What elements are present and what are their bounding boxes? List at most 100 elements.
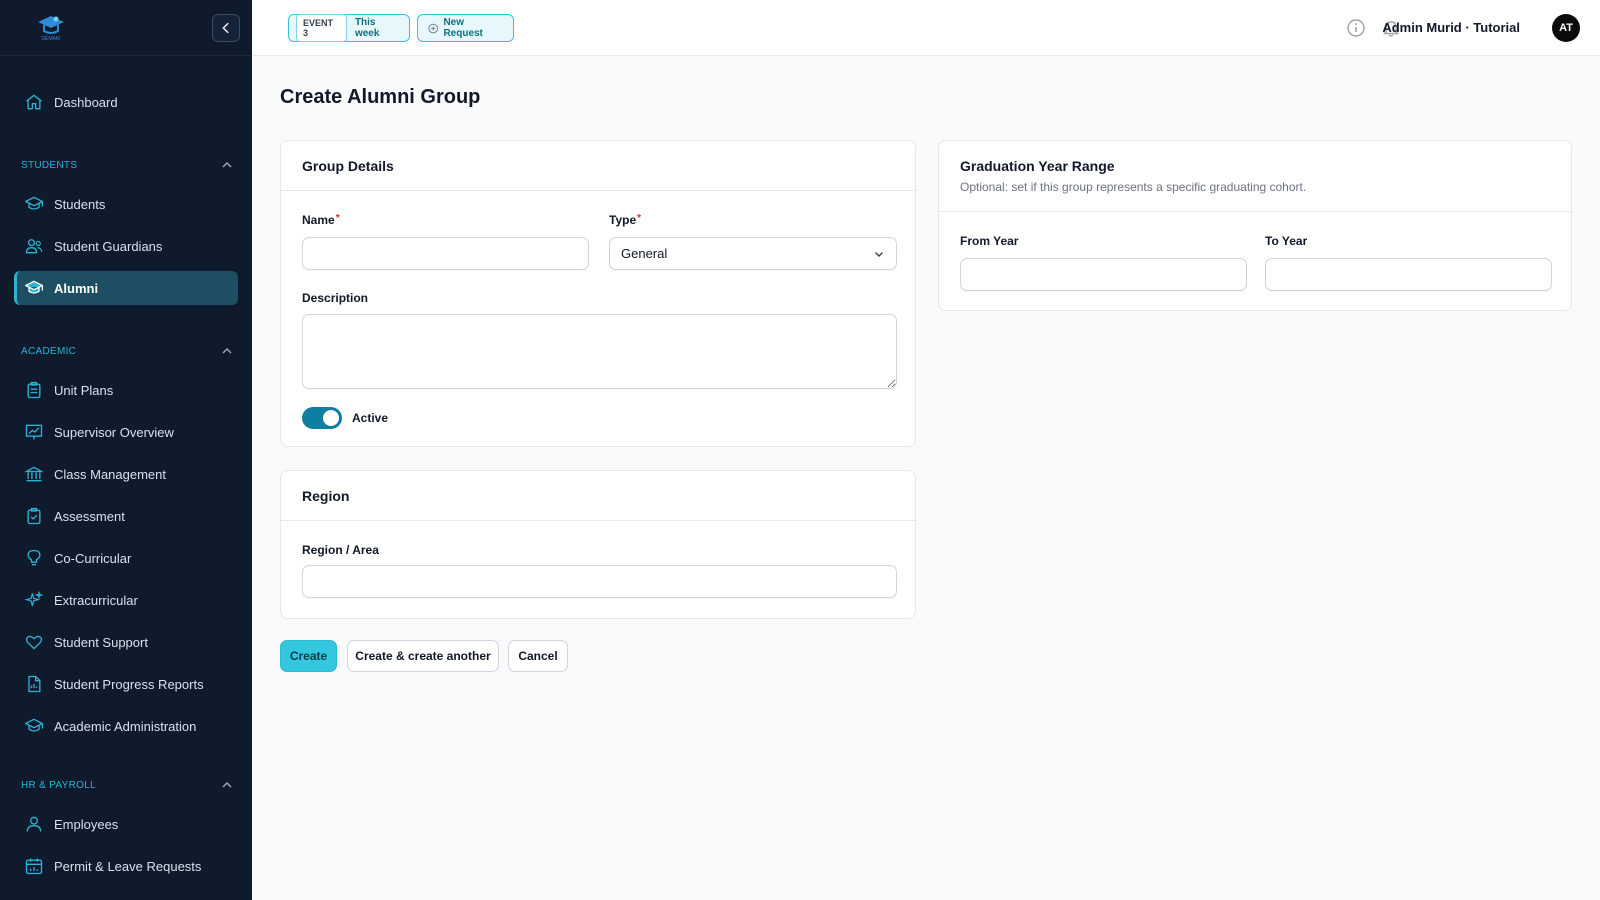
user-icon: [26, 816, 42, 832]
sidebar-item-class-management[interactable]: Class Management: [14, 457, 238, 491]
sparkles-icon: [24, 590, 44, 606]
sidebar-header: DEMAKI: [0, 0, 252, 56]
new-request-button[interactable]: New Request: [417, 14, 514, 42]
info-icon[interactable]: [1346, 18, 1366, 38]
home-icon: [26, 94, 42, 110]
cancel-button[interactable]: Cancel: [508, 640, 568, 672]
chevron-up-icon: [222, 161, 232, 168]
sidebar-item-unit-plans[interactable]: Unit Plans: [14, 373, 238, 407]
name-label: Name*: [302, 213, 340, 227]
sidebar-item-label: Student Guardians: [54, 238, 163, 254]
sidebar-item-students[interactable]: Students: [14, 187, 238, 221]
avatar[interactable]: AT: [1552, 14, 1580, 42]
type-selected-value: General: [621, 246, 668, 261]
sidebar-item-student-support[interactable]: Student Support: [14, 625, 238, 659]
group-details-title: Group Details: [302, 157, 394, 174]
clipboard-check-icon: [27, 507, 41, 525]
top-bar: EVENT 3 This week New Request Admin Muri…: [252, 0, 1600, 56]
page-title: Create Alumni Group: [280, 86, 481, 108]
to-year-label: To Year: [1265, 234, 1308, 248]
sidebar-item-label: Permit & Leave Requests: [54, 858, 202, 874]
event-week-label: This week: [354, 17, 380, 39]
section-hr-payroll-toggle[interactable]: HR & PAYROLL: [21, 777, 233, 793]
section-label: HR & PAYROLL: [21, 779, 96, 791]
sidebar-item-academic-administration[interactable]: Academic Administration: [14, 709, 238, 743]
sidebar-item-label: Supervisor Overview: [54, 424, 174, 440]
sidebar-item-label: Students: [54, 196, 106, 212]
sidebar-item-label: Assessment: [54, 508, 125, 524]
sidebar-item-dashboard[interactable]: Dashboard: [14, 85, 238, 119]
sidebar-item-label: Alumni: [54, 280, 99, 296]
document-chart-icon: [28, 675, 41, 693]
sidebar-item-assessment[interactable]: Assessment: [14, 499, 238, 533]
chart-board-icon: [25, 424, 43, 440]
description-textarea[interactable]: [302, 314, 897, 389]
logo-wordmark: DEMAKI: [41, 36, 60, 42]
plus-circle-icon: [428, 23, 439, 33]
brand-logo[interactable]: DEMAKI: [34, 12, 68, 42]
new-request-label: New Request: [443, 17, 483, 39]
chevron-left-icon: [222, 22, 229, 34]
region-header: Region: [281, 471, 915, 521]
building-columns-icon: [24, 466, 44, 482]
sidebar: DEMAKI Dashboard STUDENTS Students Stude…: [0, 0, 252, 900]
sidebar-item-supervisor-overview[interactable]: Supervisor Overview: [14, 415, 238, 449]
create-another-button[interactable]: Create & create another: [347, 640, 499, 672]
name-label-text: Name: [302, 213, 335, 227]
sidebar-item-co-curricular[interactable]: Co-Curricular: [14, 541, 238, 575]
region-area-input[interactable]: [302, 565, 897, 598]
heart-icon: [25, 635, 43, 650]
sidebar-item-label: Employees: [54, 816, 119, 832]
sidebar-item-alumni[interactable]: Alumni: [14, 271, 238, 305]
from-year-input[interactable]: [960, 258, 1247, 291]
active-toggle[interactable]: [302, 407, 342, 429]
name-input[interactable]: [302, 237, 589, 270]
type-label: Type*: [609, 213, 641, 227]
region-title: Region: [302, 487, 350, 504]
sidebar-item-label: Co-Curricular: [54, 550, 132, 566]
sidebar-item-permit-leave-requests[interactable]: Permit & Leave Requests: [14, 849, 238, 883]
users-icon: [25, 239, 43, 254]
type-label-text: Type: [609, 213, 637, 227]
collapse-sidebar-button[interactable]: [212, 14, 240, 42]
graduation-year-subtitle: Optional: set if this group represents a…: [960, 180, 1307, 194]
region-area-label: Region / Area: [302, 543, 379, 557]
sidebar-item-label: Class Management: [54, 466, 166, 482]
graduation-cap-icon: [25, 280, 43, 294]
chevron-up-icon: [222, 781, 232, 788]
required-mark: *: [335, 213, 340, 224]
sidebar-item-label: Extracurricular: [54, 592, 138, 608]
section-label: ACADEMIC: [21, 345, 77, 357]
sidebar-item-label: Academic Administration: [54, 718, 197, 734]
calendar-chart-icon: [25, 858, 43, 875]
sidebar-item-student-progress-reports[interactable]: Student Progress Reports: [14, 667, 238, 701]
chevron-up-icon: [222, 347, 232, 354]
event-count-tag: EVENT 3: [296, 14, 347, 42]
sidebar-item-student-guardians[interactable]: Student Guardians: [14, 229, 238, 263]
toggle-knob: [323, 410, 339, 426]
sidebar-item-label: Unit Plans: [54, 382, 114, 398]
clipboard-list-icon: [27, 381, 41, 399]
to-year-input[interactable]: [1265, 258, 1552, 291]
create-button[interactable]: Create: [280, 640, 337, 672]
chevron-down-icon: [875, 251, 883, 257]
required-mark: *: [637, 213, 642, 224]
section-students-toggle[interactable]: STUDENTS: [21, 157, 233, 173]
sidebar-item-label: Dashboard: [54, 94, 118, 110]
event-week-chip[interactable]: EVENT 3 This week: [288, 14, 410, 42]
graduation-cap-logo-icon: DEMAKI: [38, 16, 64, 42]
user-menu-name[interactable]: Admin Murid · Tutorial: [1382, 20, 1520, 35]
from-year-label: From Year: [960, 234, 1019, 248]
type-select[interactable]: General: [609, 237, 897, 270]
graduation-year-header: Graduation Year Range Optional: set if t…: [939, 141, 1571, 212]
sidebar-item-label: Student Progress Reports: [54, 676, 204, 692]
sidebar-item-employees[interactable]: Employees: [14, 807, 238, 841]
section-academic-toggle[interactable]: ACADEMIC: [21, 343, 233, 359]
sidebar-item-extracurricular[interactable]: Extracurricular: [14, 583, 238, 617]
description-label: Description: [302, 291, 369, 305]
graduation-cap-icon: [25, 718, 43, 732]
lightbulb-icon: [27, 549, 41, 566]
region-card: Region Region / Area: [280, 470, 916, 619]
sidebar-item-label: Student Support: [54, 634, 148, 650]
active-label: Active: [352, 411, 389, 425]
